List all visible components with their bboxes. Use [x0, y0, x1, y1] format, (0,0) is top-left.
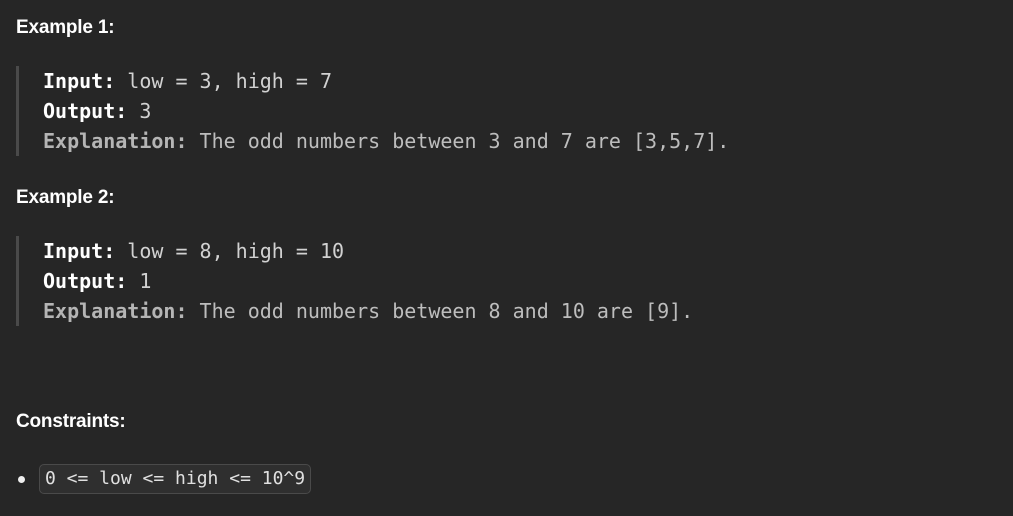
explanation-label: Explanation: [43, 299, 188, 323]
problem-description: Example 1: Input: low = 3, high = 7 Outp… [0, 0, 1013, 516]
example-2-input-line: Input: low = 8, high = 10 [43, 236, 693, 266]
output-value: 1 [127, 269, 152, 293]
explanation-value: The odd numbers between 3 and 7 are [3,5… [187, 129, 730, 153]
example-1-heading: Example 1: [16, 17, 115, 38]
explanation-value: The odd numbers between 8 and 10 are [9]… [187, 299, 694, 323]
output-label: Output: [43, 269, 128, 293]
explanation-label: Explanation: [43, 129, 188, 153]
input-value: low = 8, high = 10 [115, 239, 345, 263]
example-1-explanation-line: Explanation: The odd numbers between 3 a… [43, 126, 729, 156]
output-value: 3 [127, 99, 152, 123]
example-2-output-line: Output: 1 [43, 266, 693, 296]
bullet-icon [18, 475, 25, 483]
example-2-explanation-line: Explanation: The odd numbers between 8 a… [43, 296, 693, 326]
example-2-heading: Example 2: [16, 187, 115, 208]
constraint-code: 0 <= low <= high <= 10^9 [39, 464, 312, 494]
constraints-heading: Constraints: [16, 411, 126, 432]
example-1-output-line: Output: 3 [43, 96, 729, 126]
example-1-block: Input: low = 3, high = 7 Output: 3 Expla… [16, 66, 729, 156]
constraint-list-item: 0 <= low <= high <= 10^9 [16, 464, 312, 494]
input-label: Input: [43, 239, 116, 263]
example-1-input-line: Input: low = 3, high = 7 [43, 66, 729, 96]
input-label: Input: [43, 69, 116, 93]
input-value: low = 3, high = 7 [115, 69, 332, 93]
output-label: Output: [43, 99, 128, 123]
example-2-block: Input: low = 8, high = 10 Output: 1 Expl… [16, 236, 693, 326]
